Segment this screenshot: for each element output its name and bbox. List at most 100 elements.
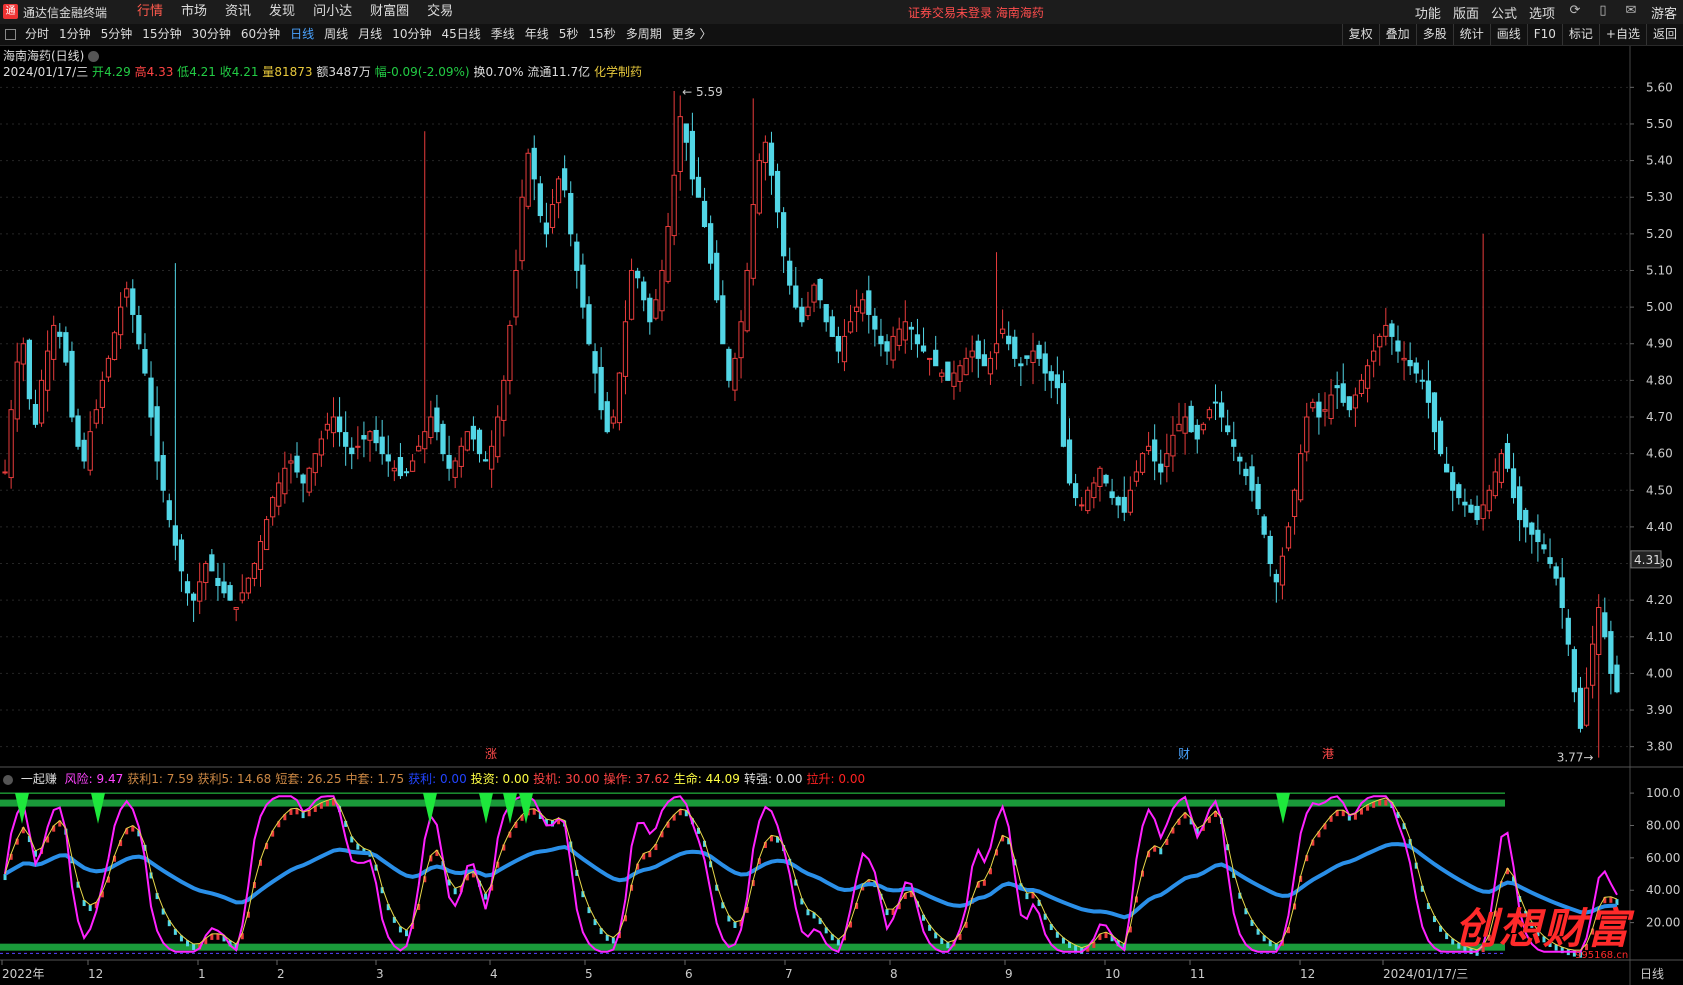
candle-body [519, 196, 525, 262]
time-axis-label: 11 [1190, 967, 1205, 981]
candle-body [160, 455, 166, 491]
ind-bar [1159, 848, 1163, 855]
candle-body [628, 269, 635, 320]
candle-body [963, 357, 969, 376]
candle-body [300, 474, 306, 484]
candle-body [209, 554, 215, 572]
candle-body [1249, 466, 1255, 491]
candle-body [8, 409, 14, 479]
candle-body [501, 379, 507, 421]
candle-body [1474, 505, 1480, 521]
candle-body [908, 326, 914, 330]
ind-tick-label: 20.00 [1646, 916, 1680, 930]
ind-bar [946, 942, 950, 949]
candle-body [1352, 394, 1359, 409]
candle-body [233, 606, 239, 610]
ind-bar [216, 933, 220, 940]
kline-chart[interactable]: 5.60 5.50 5.40 5.30 5.20 5.10 5.00 4.90 4.80 4.70… [0, 0, 1683, 985]
ind-bar [192, 943, 196, 950]
indicator-menu-icon[interactable] [3, 774, 13, 785]
candle-body [81, 439, 87, 462]
candle-body [1066, 439, 1073, 484]
candle-body [860, 299, 866, 314]
candle-body [1255, 483, 1261, 510]
candle-body [257, 541, 264, 570]
candle-body [1547, 557, 1553, 565]
candle-body [1328, 394, 1334, 420]
candle-body [440, 423, 446, 455]
price-tick-label: 4.10 [1646, 630, 1673, 644]
candle-body [1383, 324, 1389, 337]
candle-body [738, 321, 744, 359]
candle-body [428, 416, 434, 439]
candle-body [93, 409, 99, 424]
candle-body [902, 321, 908, 341]
ind-bar [836, 939, 840, 946]
ind-bar [453, 888, 457, 895]
candle-body [282, 467, 288, 495]
candle-body [987, 357, 994, 375]
candle-body [531, 147, 537, 180]
indicator-legend: 一起赚 风险: 9.47 获利1: 7.59 获利5: 14.68 短套: 26.25… [3, 770, 873, 787]
candle-body [245, 577, 251, 594]
candle-body [452, 460, 458, 478]
ind-bar [982, 879, 986, 886]
candle-body [263, 519, 270, 551]
candle-body [379, 436, 385, 455]
ind-bar [1378, 799, 1382, 806]
candle-body [184, 581, 191, 594]
candle-body [1145, 445, 1152, 452]
candle-body [422, 431, 428, 450]
candle-body [1243, 468, 1249, 477]
candle-body [525, 152, 531, 207]
candle-body [841, 335, 848, 363]
candle-body [373, 429, 379, 444]
time-axis-label: 7 [785, 967, 793, 981]
ind-bar [88, 905, 92, 912]
candle-body [1431, 392, 1438, 433]
indicator-item-8: 操作: 37.62 [603, 772, 670, 786]
candle-body [647, 297, 653, 323]
candle-body [75, 415, 81, 447]
candle-body [1127, 489, 1133, 513]
candle-body [914, 334, 921, 345]
candle-body [99, 379, 105, 408]
candle-body [221, 581, 227, 594]
candle-body [939, 372, 945, 377]
candle-body [1444, 463, 1450, 473]
indicator-name[interactable]: 一起赚 [21, 772, 57, 786]
candle-body [926, 357, 933, 360]
candle-body [586, 304, 592, 345]
event-mark-gang: 港 [1322, 747, 1334, 761]
candle-body [312, 453, 318, 474]
ind-bar [611, 937, 615, 944]
ind-bar [1384, 799, 1388, 806]
price-tick-label: 5.40 [1646, 154, 1673, 168]
candle-body [1510, 468, 1517, 499]
candle-body [416, 445, 422, 452]
candle-body [993, 343, 1000, 354]
candle-body [1206, 409, 1213, 419]
candle-body [677, 116, 683, 172]
candle-body [744, 269, 750, 332]
candle-body [787, 260, 793, 286]
candle-body [866, 290, 872, 315]
candle-body [665, 226, 671, 282]
price-tick-label: 5.20 [1646, 227, 1673, 241]
candle-body [957, 365, 963, 382]
candle-body [51, 324, 57, 360]
candle-body [555, 178, 562, 204]
candle-body [1492, 471, 1498, 497]
candle-body [44, 350, 51, 391]
candle-body [227, 585, 233, 601]
candle-body [817, 278, 823, 301]
candle-body [1048, 371, 1054, 381]
candle-body [251, 563, 258, 579]
candle-body [2, 471, 8, 474]
candle-body [288, 460, 294, 464]
candle-body [598, 366, 604, 411]
candle-body [1571, 649, 1578, 693]
candle-body [136, 315, 142, 345]
candle-body [355, 445, 361, 448]
indicator-item-4: 中套: 1.75 [345, 772, 405, 786]
